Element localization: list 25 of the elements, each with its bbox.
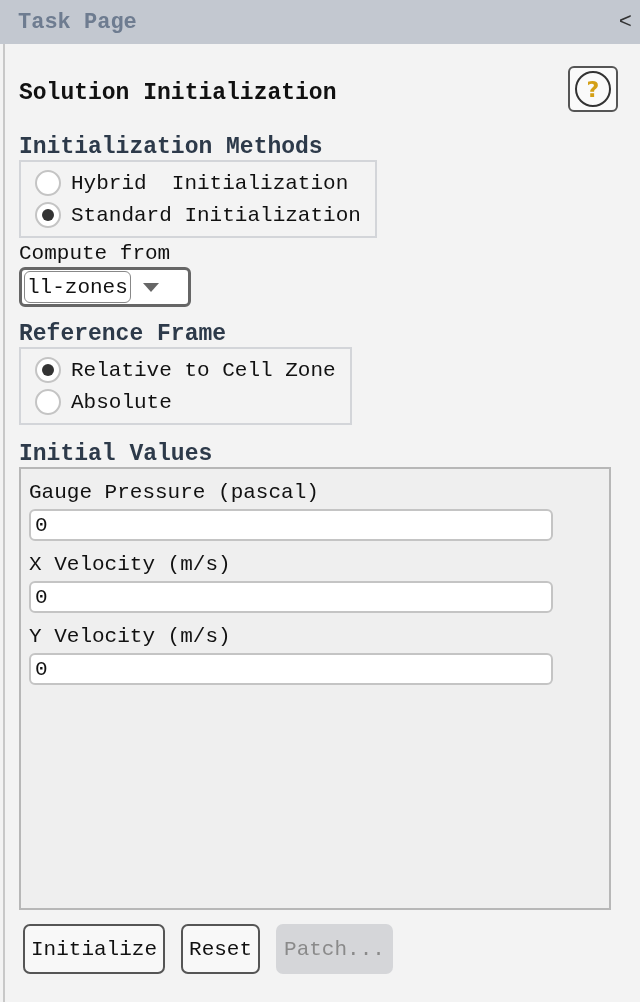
radio-label: Absolute [71, 390, 172, 414]
radio-button[interactable] [35, 389, 61, 415]
radio-button[interactable] [35, 357, 61, 383]
section-title: Initialization Methods [19, 134, 324, 160]
radio-label: Hybrid Initialization [71, 171, 349, 195]
radio-label: Standard Initialization [71, 203, 361, 227]
section-title: Initial Values [19, 441, 214, 467]
radio-button[interactable] [35, 170, 61, 196]
page-title: Solution Initialization [19, 80, 337, 106]
field-label: Compute from [19, 242, 172, 265]
input-field[interactable]: 0 [29, 653, 553, 685]
field-label: X Velocity (m/s) [29, 551, 232, 578]
field-label: Gauge Pressure (pascal) [29, 479, 320, 506]
action-button[interactable]: Reset [181, 924, 261, 974]
input-field[interactable]: 0 [29, 509, 553, 541]
radio-button[interactable] [35, 202, 61, 228]
action-button[interactable]: Initialize [23, 924, 166, 974]
field-label: Y Velocity (m/s) [29, 623, 232, 650]
input-field[interactable]: 0 [29, 581, 553, 613]
section-title: Reference Frame [19, 321, 228, 347]
compute-from-dropdown[interactable]: ll-zones [19, 267, 191, 307]
caret-icon [142, 282, 159, 292]
header-title: Task Page [18, 9, 137, 35]
radio-label: Relative to Cell Zone [71, 358, 336, 382]
collapse-button[interactable]: < [618, 9, 632, 35]
